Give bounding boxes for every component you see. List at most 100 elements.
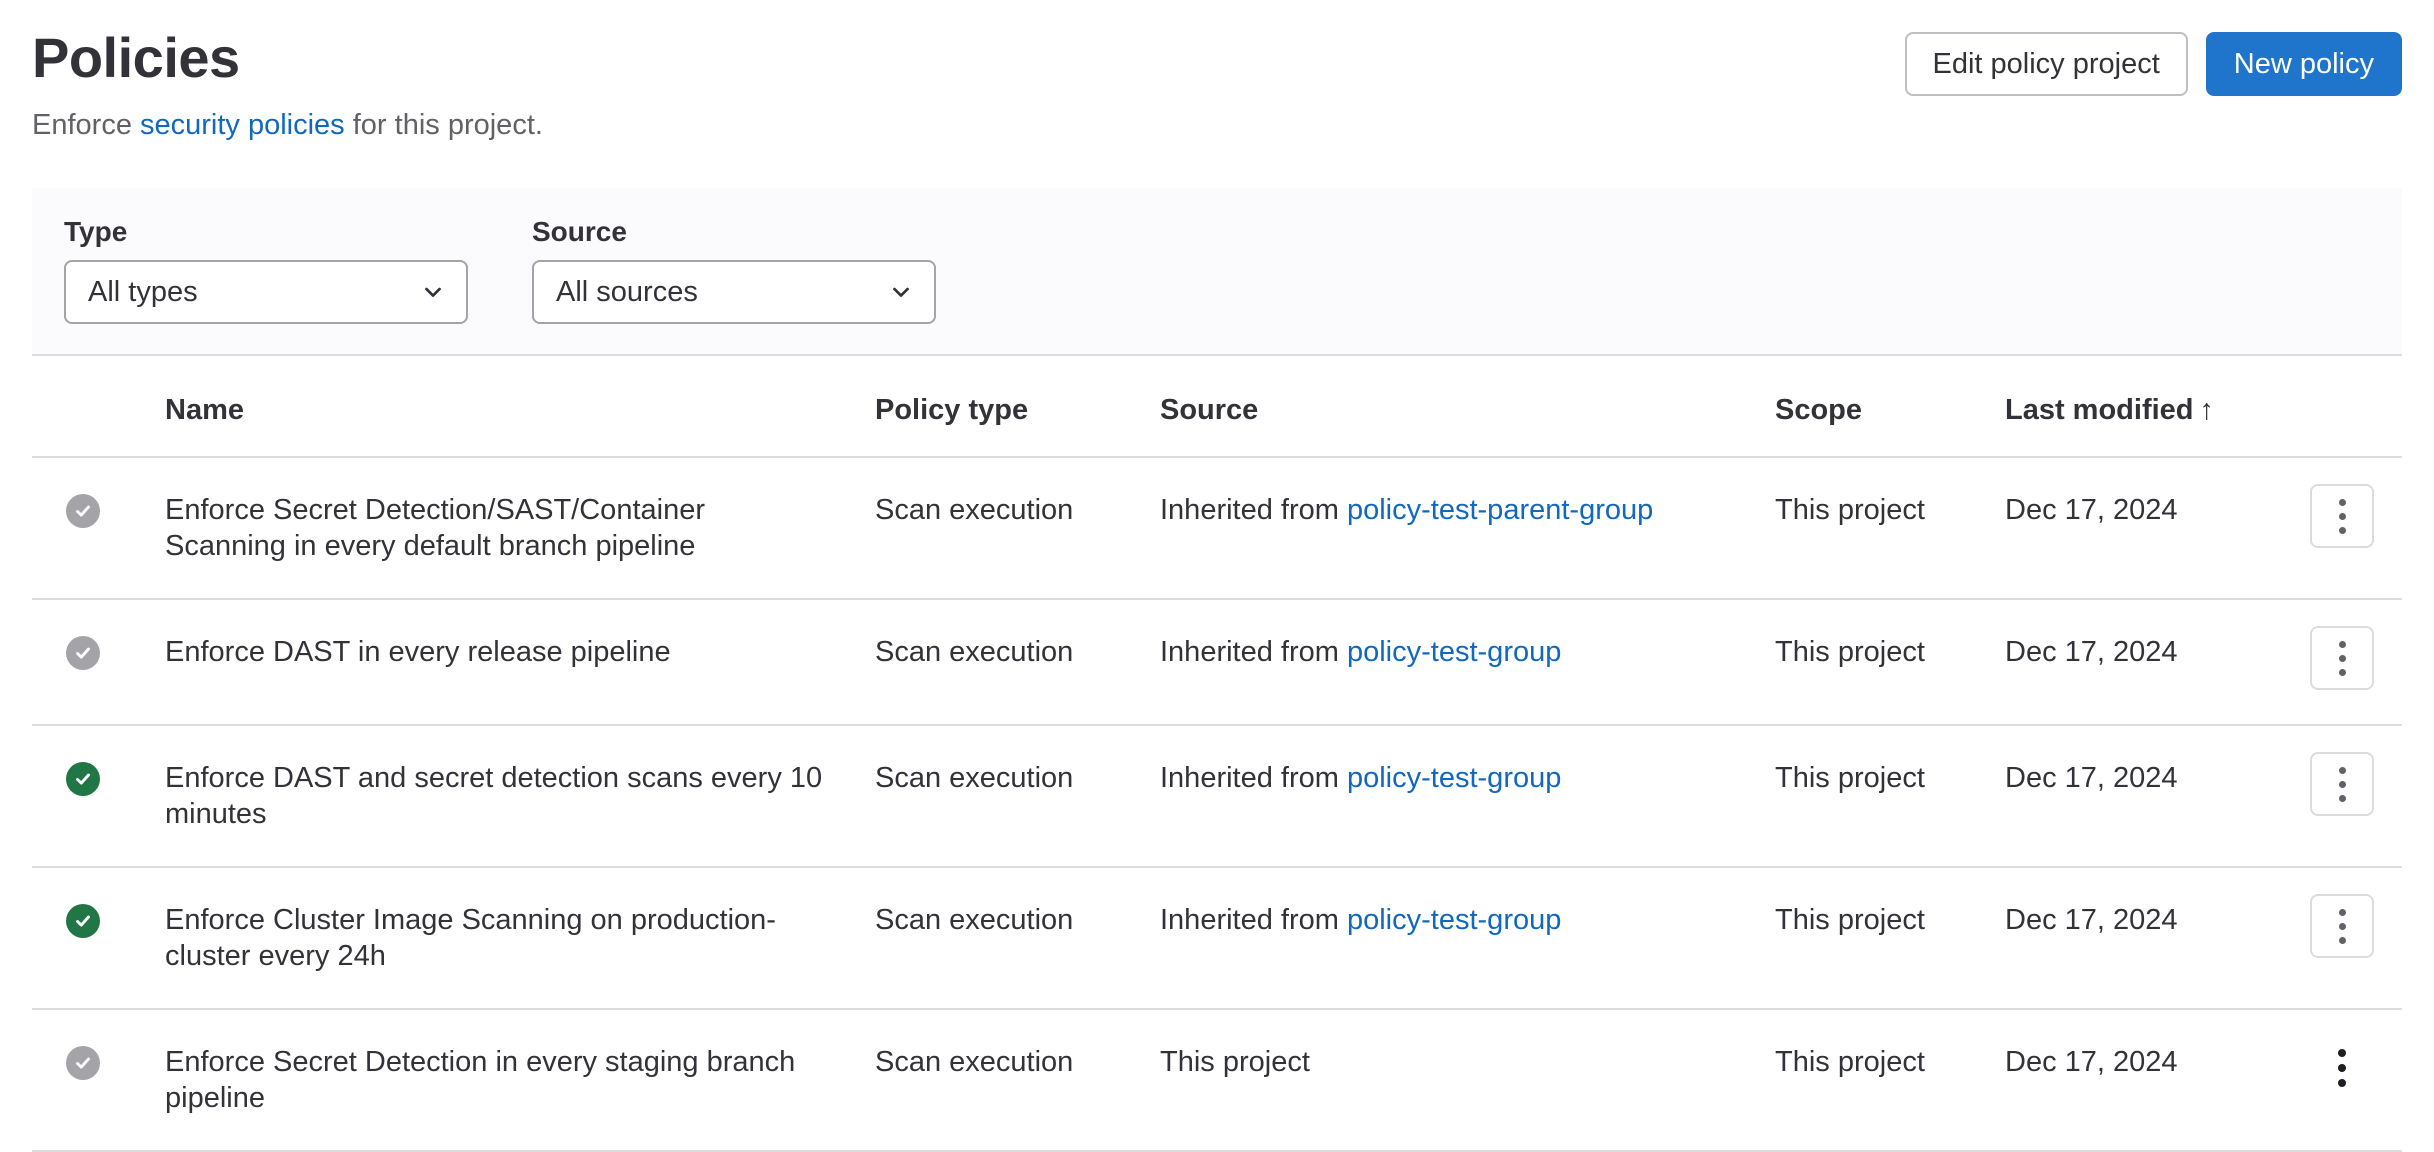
kebab-dot — [2339, 641, 2346, 648]
policy-status-cell — [32, 867, 165, 1009]
policy-source-cell: Inherited from policy-test-group — [1160, 867, 1775, 1009]
policy-type-cell: Scan execution — [875, 725, 1160, 867]
policy-status-cell — [32, 725, 165, 867]
kebab-dot — [2339, 513, 2346, 520]
filter-group-source: Source All sources — [532, 214, 936, 324]
type-filter-value: All types — [88, 276, 198, 309]
policy-actions-cell — [2280, 725, 2402, 867]
sort-ascending-icon: ↑ — [2200, 394, 2215, 426]
type-filter-dropdown[interactable]: All types — [64, 260, 468, 324]
status-check-icon — [66, 904, 100, 938]
policy-table-row[interactable]: Enforce Cluster Image Scanning on produc… — [32, 867, 2402, 1009]
kebab-dot — [2339, 499, 2346, 506]
policy-last-modified-cell: Dec 17, 2024 — [2005, 725, 2280, 867]
policy-status-cell — [32, 1009, 165, 1151]
last-modified-date: Dec 17, 2024 — [2005, 762, 2178, 794]
last-modified-date: Dec 17, 2024 — [2005, 904, 2178, 936]
policy-type: Scan execution — [875, 762, 1073, 794]
policy-table-row[interactable]: Enforce DAST in every release pipeline S… — [32, 599, 2402, 725]
security-policies-link[interactable]: security policies — [140, 109, 345, 141]
kebab-dot — [2339, 669, 2346, 676]
source-text: Inherited from — [1160, 904, 1347, 936]
policy-type-column-header: Policy type — [875, 355, 1160, 457]
source-group-link[interactable]: policy-test-parent-group — [1347, 494, 1653, 526]
policy-source-cell: Inherited from policy-test-group — [1160, 599, 1775, 725]
policy-scope: This project — [1775, 904, 1925, 936]
policy-scope: This project — [1775, 636, 1925, 668]
policy-scope-cell: This project — [1775, 725, 2005, 867]
policy-status-cell — [32, 457, 165, 599]
policy-type-cell: Scan execution — [875, 599, 1160, 725]
policy-scope-cell: This project — [1775, 867, 2005, 1009]
chevron-down-icon — [888, 279, 914, 305]
policy-name: Enforce DAST and secret detection scans … — [165, 760, 827, 832]
last-modified-column-header[interactable]: Last modified↑ — [2005, 355, 2280, 457]
source-text: Inherited from — [1160, 636, 1347, 668]
source-filter-value: All sources — [556, 276, 698, 309]
policy-scope-cell: This project — [1775, 457, 2005, 599]
kebab-dot — [2338, 1079, 2346, 1087]
page-subtitle: Enforce security policies for this proje… — [32, 106, 2402, 144]
policy-scope: This project — [1775, 762, 1925, 794]
last-modified-date: Dec 17, 2024 — [2005, 636, 2178, 668]
source-group-link[interactable]: policy-test-group — [1347, 762, 1561, 794]
kebab-dot — [2339, 767, 2346, 774]
name-column-header: Name — [165, 355, 875, 457]
last-modified-header-label: Last modified — [2005, 394, 2194, 426]
policy-name-cell: Enforce Secret Detection/SAST/Container … — [165, 457, 875, 599]
last-modified-date: Dec 17, 2024 — [2005, 494, 2178, 526]
status-check-icon — [66, 636, 100, 670]
type-filter-label: Type — [64, 214, 468, 250]
policy-name: Enforce Cluster Image Scanning on produc… — [165, 902, 827, 974]
source-filter-dropdown[interactable]: All sources — [532, 260, 936, 324]
source-filter-label: Source — [532, 214, 936, 250]
policy-source-cell: This project — [1160, 1009, 1775, 1151]
edit-policy-project-button[interactable]: Edit policy project — [1905, 32, 2188, 96]
policy-type-cell: Scan execution — [875, 867, 1160, 1009]
kebab-dot — [2338, 1049, 2346, 1057]
source-group-link[interactable]: policy-test-group — [1347, 636, 1561, 668]
policy-scope: This project — [1775, 494, 1925, 526]
policy-name: Enforce Secret Detection in every stagin… — [165, 1044, 827, 1116]
status-check-icon — [66, 1046, 100, 1080]
policy-type: Scan execution — [875, 904, 1073, 936]
row-actions-kebab-button[interactable] — [2310, 894, 2374, 958]
source-column-header: Source — [1160, 355, 1775, 457]
policy-type: Scan execution — [875, 494, 1073, 526]
last-modified-date: Dec 17, 2024 — [2005, 1046, 2178, 1078]
row-actions-kebab-button[interactable] — [2310, 626, 2374, 690]
policies-table: Name Policy type Source Scope Last modif… — [32, 354, 2402, 1152]
policy-actions-cell — [2280, 599, 2402, 725]
row-actions-kebab-button[interactable] — [2310, 1036, 2374, 1100]
policy-table-row[interactable]: Enforce Secret Detection/SAST/Container … — [32, 457, 2402, 599]
kebab-dot — [2339, 655, 2346, 662]
subtitle-text-suffix: for this project. — [345, 109, 543, 141]
policy-status-cell — [32, 599, 165, 725]
source-text: Inherited from — [1160, 494, 1347, 526]
source-group-link[interactable]: policy-test-group — [1347, 904, 1561, 936]
row-actions-kebab-button[interactable] — [2310, 484, 2374, 548]
policy-type: Scan execution — [875, 636, 1073, 668]
chevron-down-icon — [420, 279, 446, 305]
status-column-header — [32, 355, 165, 457]
source-text: Inherited from — [1160, 762, 1347, 794]
policy-table-row[interactable]: Enforce DAST and secret detection scans … — [32, 725, 2402, 867]
kebab-dot — [2339, 795, 2346, 802]
filter-group-type: Type All types — [64, 214, 468, 324]
policy-type-cell: Scan execution — [875, 1009, 1160, 1151]
policies-page: Policies Edit policy project New policy … — [0, 0, 2434, 1152]
policy-table-row[interactable]: Enforce Secret Detection in every stagin… — [32, 1009, 2402, 1151]
policy-last-modified-cell: Dec 17, 2024 — [2005, 457, 2280, 599]
filter-bar: Type All types Source All sources — [32, 188, 2402, 354]
policy-name-cell: Enforce Cluster Image Scanning on produc… — [165, 867, 875, 1009]
policy-scope: This project — [1775, 1046, 1925, 1078]
page-title: Policies — [32, 22, 240, 94]
row-actions-kebab-button[interactable] — [2310, 752, 2374, 816]
policy-last-modified-cell: Dec 17, 2024 — [2005, 867, 2280, 1009]
status-check-icon — [66, 762, 100, 796]
kebab-dot — [2339, 909, 2346, 916]
policy-scope-cell: This project — [1775, 1009, 2005, 1151]
policy-name-cell: Enforce DAST and secret detection scans … — [165, 725, 875, 867]
policy-name: Enforce Secret Detection/SAST/Container … — [165, 492, 827, 564]
new-policy-button[interactable]: New policy — [2206, 32, 2402, 96]
